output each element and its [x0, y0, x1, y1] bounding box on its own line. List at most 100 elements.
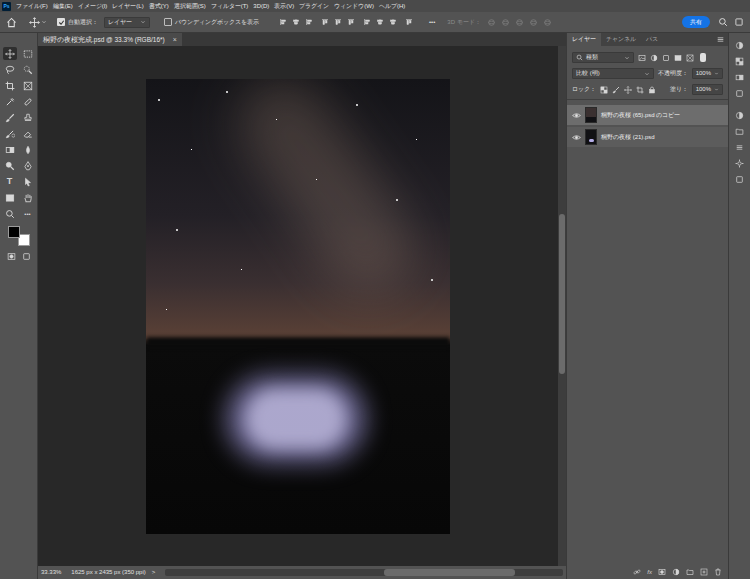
panel-tab[interactable]: パス	[641, 33, 663, 46]
brush-icon[interactable]	[5, 113, 15, 123]
eye-icon[interactable]	[572, 111, 581, 120]
filter-toggle[interactable]	[700, 53, 706, 62]
opacity-field[interactable]: 100%	[692, 68, 723, 79]
link-icon[interactable]	[633, 568, 641, 576]
tool-button[interactable]	[21, 95, 35, 108]
new-layer-icon[interactable]	[700, 568, 708, 576]
document-tab[interactable]: 桐野の夜桜完成.psd @ 33.3% (RGB/16*)×	[38, 33, 182, 46]
lock-image-icon[interactable]	[612, 86, 620, 94]
tool-button[interactable]: •••	[21, 207, 35, 220]
layer-row[interactable]: 桐野の夜桜 (21).psd	[567, 127, 728, 147]
quick-select-icon[interactable]	[23, 65, 33, 75]
zoom-level[interactable]: 33.33%	[41, 568, 61, 577]
smart-filter-icon[interactable]	[686, 54, 694, 62]
settings-icon[interactable]	[735, 159, 744, 168]
share-button[interactable]: 共有	[682, 16, 710, 28]
shape-filter-icon[interactable]	[674, 54, 682, 62]
align-horizontal-icon[interactable]	[279, 18, 287, 26]
path-select-icon[interactable]	[23, 177, 33, 187]
tool-button[interactable]	[21, 111, 35, 124]
scroll-thumb[interactable]	[559, 214, 565, 374]
move-icon[interactable]	[29, 17, 40, 28]
align-horizontal-icon[interactable]	[292, 18, 300, 26]
distribute-icon[interactable]	[376, 18, 384, 26]
panel-tab[interactable]: レイヤー	[567, 33, 601, 46]
menu-item[interactable]: 選択範囲(S)	[174, 3, 206, 9]
stamp-icon[interactable]	[23, 113, 33, 123]
fill-field[interactable]: 100%	[692, 84, 723, 95]
crop-icon[interactable]	[5, 81, 15, 91]
distribute-icon[interactable]	[389, 18, 397, 26]
adjustment-filter-icon[interactable]	[650, 54, 658, 62]
menu-item[interactable]: レイヤー(L)	[112, 3, 143, 9]
folder-icon[interactable]	[686, 568, 694, 576]
blur-icon[interactable]	[23, 145, 33, 155]
close-tab-button[interactable]: ×	[173, 36, 177, 43]
chevron-icon[interactable]	[714, 71, 719, 76]
tool-button[interactable]	[21, 175, 35, 188]
menu-item[interactable]: 編集(E)	[53, 3, 73, 9]
app-logo[interactable]: Ps	[2, 2, 11, 11]
hand-icon[interactable]	[23, 193, 33, 203]
tool-button[interactable]	[21, 127, 35, 140]
tool-button[interactable]	[3, 191, 17, 204]
screen-mode-icon[interactable]	[22, 252, 31, 261]
tool-button[interactable]	[3, 79, 17, 92]
color-icon[interactable]	[735, 41, 744, 50]
tool-button[interactable]	[3, 47, 17, 60]
tool-button[interactable]	[3, 111, 17, 124]
tool-button[interactable]	[21, 143, 35, 156]
lock-pixels-icon[interactable]	[600, 86, 608, 94]
tool-button[interactable]	[3, 95, 17, 108]
tool-button[interactable]	[21, 47, 35, 60]
filter-dropdown[interactable]: 種類	[572, 52, 634, 63]
search-icon[interactable]	[718, 17, 728, 27]
search-icon[interactable]	[576, 54, 583, 61]
color-swatches[interactable]	[8, 226, 30, 246]
chevron-icon[interactable]	[41, 19, 47, 25]
lock-artboard-icon[interactable]	[636, 86, 644, 94]
workspace-icon[interactable]	[734, 17, 744, 27]
frame-icon[interactable]	[23, 81, 33, 91]
align-vertical-icon[interactable]	[347, 18, 355, 26]
align-horizontal-icon[interactable]	[305, 18, 313, 26]
layer-mask-icon[interactable]	[658, 568, 666, 576]
chevron-icon[interactable]	[714, 87, 719, 92]
swatches-icon[interactable]	[735, 57, 744, 66]
blend-mode-dropdown[interactable]: 比較 (明)	[572, 68, 654, 79]
bounding-box-toggle[interactable]: バウンディングボックスを表示	[164, 18, 259, 27]
eraser-icon[interactable]	[23, 129, 33, 139]
patterns-icon[interactable]	[735, 89, 744, 98]
horizontal-scrollbar[interactable]	[165, 569, 563, 576]
orbit-3d-icon[interactable]	[501, 18, 510, 27]
tool-button[interactable]	[3, 159, 17, 172]
tool-button[interactable]	[3, 143, 17, 156]
image-filter-icon[interactable]	[638, 54, 646, 62]
move-icon[interactable]	[5, 49, 15, 59]
gradient-icon[interactable]	[5, 145, 15, 155]
menu-item[interactable]: 書式(Y)	[149, 3, 169, 9]
panel-tab[interactable]: チャンネル	[601, 33, 641, 46]
tool-button[interactable]	[3, 63, 17, 76]
home-icon[interactable]	[6, 17, 17, 28]
trash-icon[interactable]	[714, 568, 722, 576]
menu-item[interactable]: ヘルプ(H)	[379, 3, 405, 9]
vertical-scrollbar[interactable]	[558, 46, 566, 566]
info-menu-button[interactable]: >	[152, 568, 156, 577]
tool-button[interactable]	[3, 127, 17, 140]
tool-button[interactable]	[21, 63, 35, 76]
menu-item[interactable]: フィルター(T)	[211, 3, 249, 9]
eyedropper-icon[interactable]	[5, 97, 15, 107]
tool-button[interactable]	[21, 159, 35, 172]
visibility-toggle[interactable]	[571, 110, 581, 120]
eye-icon[interactable]	[572, 133, 581, 142]
align-vertical-icon[interactable]	[321, 18, 329, 26]
distribute-icon[interactable]	[363, 18, 371, 26]
type-filter-icon[interactable]	[662, 54, 670, 62]
foreground-color[interactable]	[8, 226, 20, 238]
lock-all-icon[interactable]	[648, 86, 656, 94]
tool-button[interactable]	[21, 191, 35, 204]
menu-item[interactable]: イメージ(I)	[78, 3, 108, 9]
layer-row[interactable]: 桐野の夜桜 (65).psd のコピー	[567, 105, 728, 125]
pen-icon[interactable]	[23, 161, 33, 171]
